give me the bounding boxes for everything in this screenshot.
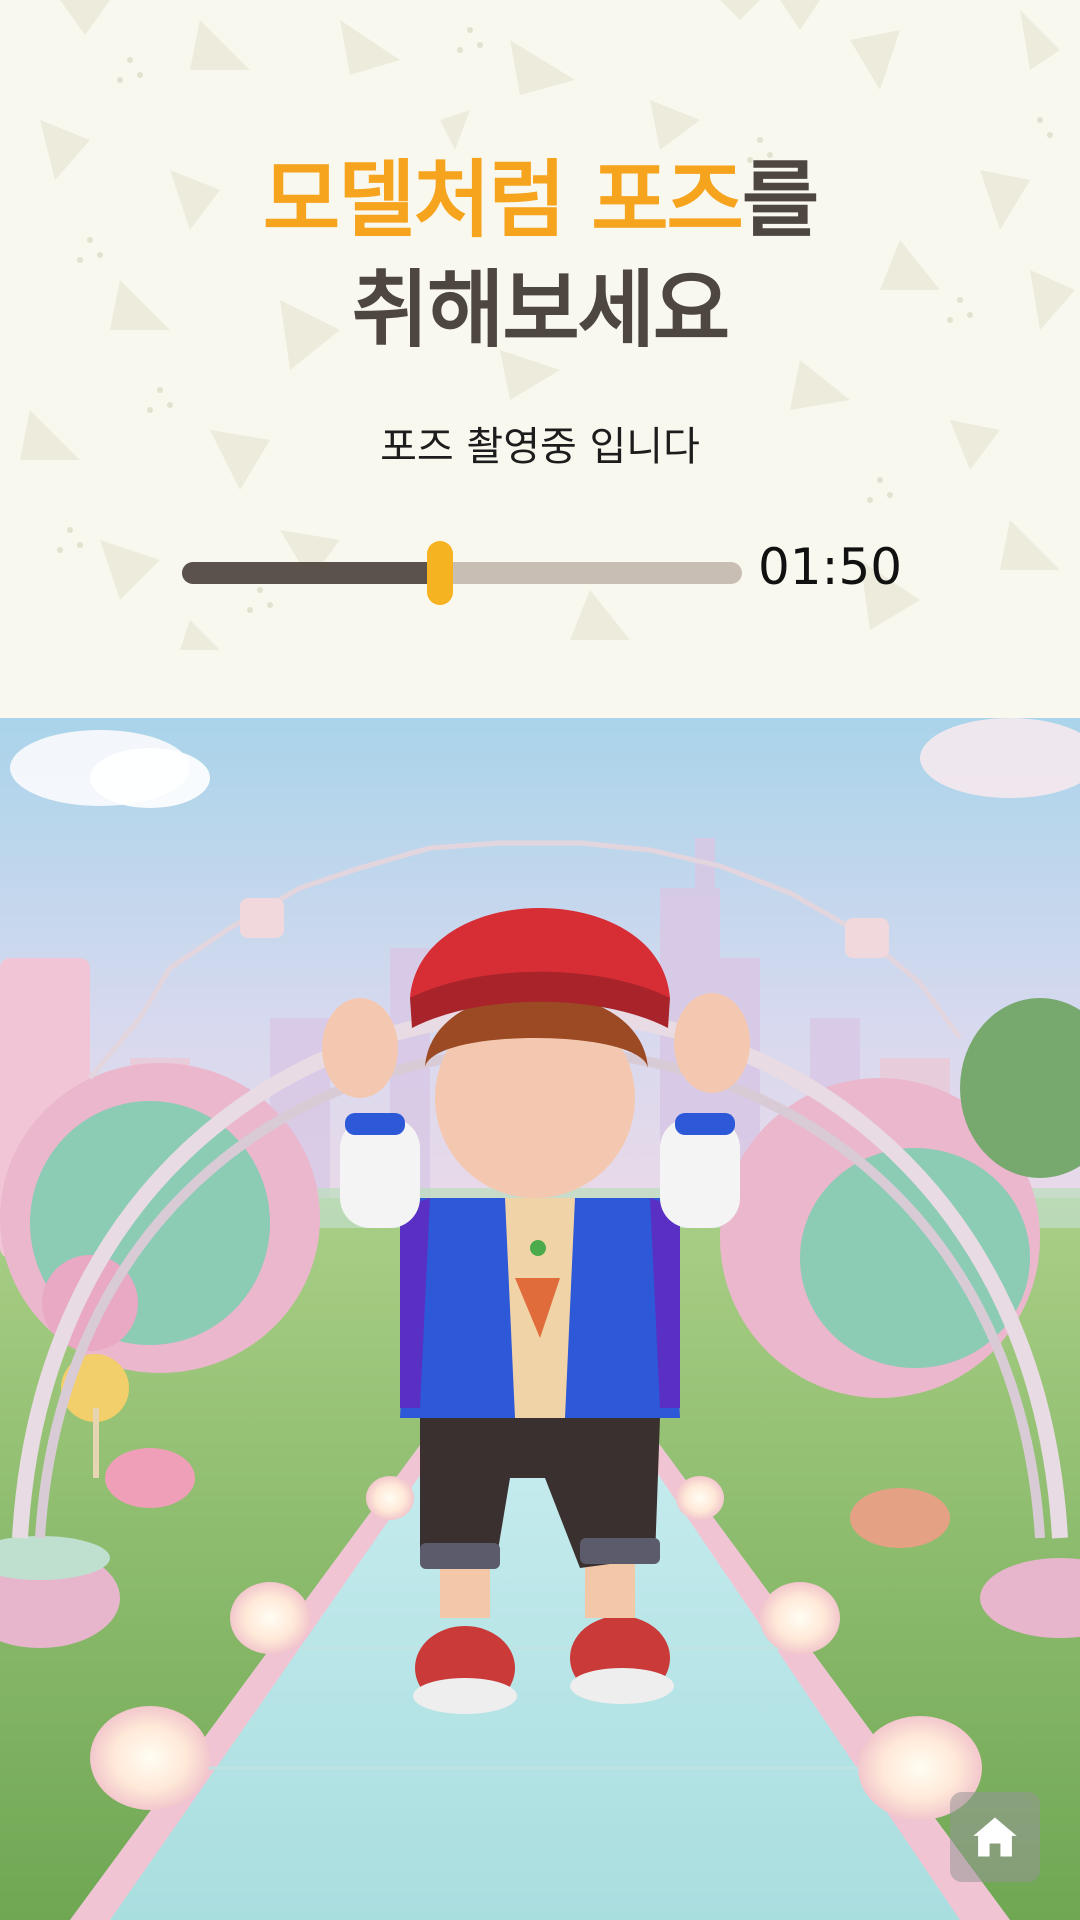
title-highlight-model: 모델처럼 xyxy=(262,151,566,249)
title-highlight-pose: 포즈 xyxy=(591,151,744,249)
countdown-timer: 01:50 xyxy=(758,538,903,596)
header-panel: 모델처럼 포즈를 취해보세요 포즈 촬영중 입니다 01:50 xyxy=(0,0,1080,718)
page-title-line-1: 모델처럼 포즈를 xyxy=(0,158,1080,242)
title-particle: 를 xyxy=(741,151,819,249)
home-button[interactable] xyxy=(950,1792,1040,1882)
camera-preview xyxy=(0,718,1080,1920)
progress-thumb xyxy=(426,541,453,605)
status-text: 포즈 촬영중 입니다 xyxy=(380,424,700,470)
progress-bar xyxy=(182,541,742,605)
home-icon xyxy=(973,1817,1017,1857)
page-title-line-2: 취해보세요 xyxy=(351,261,730,359)
triangle-pattern-background xyxy=(20,0,1075,650)
progress-fill xyxy=(182,562,440,584)
runway-scene-illustration xyxy=(0,718,1080,1920)
